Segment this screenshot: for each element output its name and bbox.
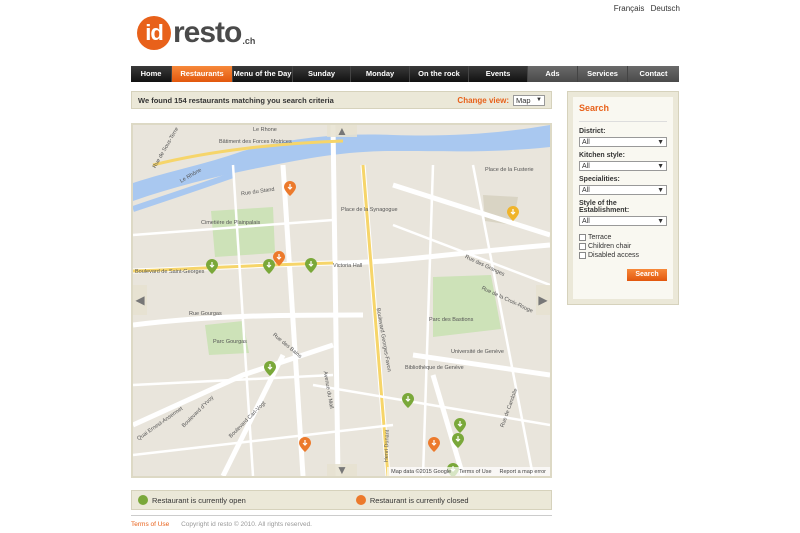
map-label-saint-georges: Boulevard de Saint-Georges [135,269,205,275]
map-legend: Restaurant is currently open Restaurant … [131,490,552,510]
nav-restaurants[interactable]: Restaurants [172,66,233,82]
pan-up-icon[interactable]: ▲ [327,125,357,138]
map-label-forces-motrices: Bâtiment des Forces Motrices [219,139,292,145]
footer-copyright: Copyright id resto © 2010. All rights re… [181,521,312,528]
restaurant-pin-closed[interactable] [284,181,296,196]
map-terms-link[interactable]: Terms of Use [459,469,491,475]
checkbox-children-chair[interactable]: Children chair [579,243,667,250]
restaurant-pin-open[interactable] [454,418,466,433]
logo-wordmark: resto [173,16,242,49]
legend-closed-label: Restaurant is currently closed [369,495,469,505]
view-select-value: Map [516,95,531,105]
map-attribution: Map data ©2015 Google Terms of Use Repor… [387,467,550,476]
checkbox-box[interactable] [579,234,586,241]
specialities-value: All [582,186,590,194]
lang-french-link[interactable]: Français [614,4,645,13]
closed-pin-icon [355,495,366,505]
restaurant-pin-open[interactable] [206,259,218,274]
district-label: District: [579,128,606,135]
logo-tld: .ch [242,36,256,46]
nav-home[interactable]: Home [131,66,172,82]
page-footer: Terms of Use Copyright id resto © 2010. … [131,515,552,528]
results-bar: We found 154 restaurants matching you se… [131,91,552,109]
chevron-down-icon: ▼ [657,217,664,225]
map-label-cimetiere: Cimetière de Plainpalais [201,220,261,226]
nav-monday[interactable]: Monday [351,66,410,82]
restaurant-pin-open[interactable] [305,258,317,273]
chevron-down-icon: ▼ [657,162,664,170]
nav-ads[interactable]: Ads [528,66,578,82]
district-select[interactable]: All ▼ [579,137,667,147]
map-label-fusterie: Place de la Fusterie [485,167,534,173]
establishment-style-select[interactable]: All ▼ [579,216,667,226]
pan-down-icon[interactable]: ▼ [327,463,357,476]
language-switcher: Français Deutsch [610,4,680,13]
checkbox-children-chair-label: Children chair [588,243,632,250]
restaurant-pin-open[interactable] [264,361,276,376]
checkbox-disabled-access-label: Disabled access [588,252,639,259]
map-data-credit: Map data ©2015 Google [391,468,452,475]
checkbox-box[interactable] [579,243,586,250]
establishment-style-label: Style of the Establishment: [579,200,630,214]
specialities-select[interactable]: All ▼ [579,185,667,195]
establishment-style-value: All [582,217,590,225]
logo-id-badge: id [137,16,171,50]
chevron-down-icon: ▼ [657,138,664,146]
kitchen-style-label: Kitchen style: [579,152,625,159]
nav-on-the-rock[interactable]: On the rock [410,66,469,82]
checkbox-box[interactable] [579,252,586,259]
restaurant-pin-closed[interactable] [299,437,311,452]
search-title: Search [579,103,667,122]
nav-services[interactable]: Services [578,66,628,82]
map-view[interactable]: Le Rhone Le Rhône Rue de Sous-Terre Bâti… [131,123,552,478]
restaurant-pin-closed[interactable] [507,206,519,221]
kitchen-style-value: All [582,162,590,170]
specialities-label: Specialities: [579,176,620,183]
change-view-label: Change view: [457,95,509,105]
search-button[interactable]: Search [627,269,667,281]
pan-right-icon[interactable]: ▶ [536,285,550,315]
restaurant-pin-closed[interactable] [273,251,285,266]
restaurant-pin-open[interactable] [452,433,464,448]
map-label-parc-gourgas: Parc Gourgas [213,339,247,345]
footer-terms-link[interactable]: Terms of Use [131,521,169,528]
map-label-rue-gourgas: Rue Gourgas [189,311,222,317]
restaurant-pin-open[interactable] [402,393,414,408]
legend-open-label: Restaurant is currently open [152,495,246,505]
nav-contact[interactable]: Contact [628,66,679,82]
results-count-text: We found 154 restaurants matching you se… [138,95,334,105]
map-label-victoria-hall: Victoria Hall [333,263,363,269]
checkbox-terrace-label: Terrace [588,234,612,241]
chevron-down-icon: ▼ [657,186,664,194]
nav-sunday[interactable]: Sunday [293,66,351,82]
map-label-universite: Université de Genève [451,349,504,355]
map-canvas[interactable] [133,125,550,476]
view-select[interactable]: Map ▼ [513,94,545,106]
lang-german-link[interactable]: Deutsch [651,4,680,13]
district-value: All [582,138,590,146]
open-pin-icon [138,495,148,505]
kitchen-style-select[interactable]: All ▼ [579,161,667,171]
map-label-le-rhone: Le Rhone [253,127,277,133]
site-logo[interactable]: id resto .ch [137,10,255,50]
legend-closed: Restaurant is currently closed [355,495,469,505]
search-panel: Search District: All ▼ Kitchen style: All… [567,91,679,305]
restaurant-pin-closed[interactable] [428,437,440,452]
map-report-link[interactable]: Report a map error [500,469,546,475]
chevron-down-icon: ▼ [536,97,542,103]
checkbox-terrace[interactable]: Terrace [579,234,667,241]
checkbox-disabled-access[interactable]: Disabled access [579,252,667,259]
legend-open: Restaurant is currently open [138,495,246,505]
nav-events[interactable]: Events [469,66,528,82]
map-label-bibliotheque: Bibliothèque de Genève [405,365,464,371]
nav-menu-of-the-day[interactable]: Menu of the Day [233,66,293,82]
map-label-henri-dunant: Henri Dunant [383,429,391,463]
map-label-bastions: Parc des Bastions [429,317,474,323]
map-label-synagogue: Place de la Synagogue [341,207,398,213]
pan-left-icon[interactable]: ◀ [133,285,147,315]
main-nav: Home Restaurants Menu of the Day Sunday … [131,66,679,82]
